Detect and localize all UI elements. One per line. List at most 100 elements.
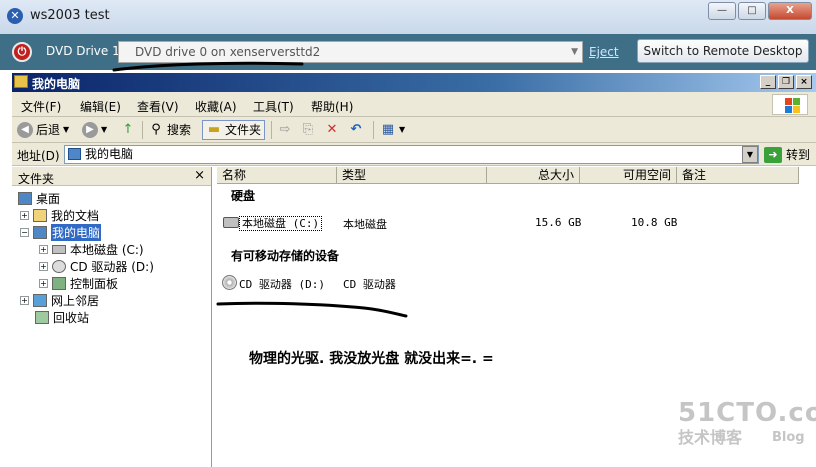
tree-item-local-disk-c[interactable]: + 本地磁盘 (C:) — [39, 241, 144, 257]
cd-drive-icon — [222, 275, 237, 290]
up-folder-icon: ↑ — [122, 122, 134, 137]
toolbar-separator — [142, 121, 143, 139]
views-button[interactable]: ▦ ▼ — [380, 121, 405, 139]
dvd-drive-selected-value: DVD drive 0 on xenserversttd2 — [135, 45, 321, 59]
dvd-drive-select[interactable]: DVD drive 0 on xenserversttd2 ▼ — [118, 41, 583, 63]
go-arrow-icon: ➜ — [764, 146, 782, 163]
views-dropdown-icon[interactable]: ▼ — [399, 121, 405, 139]
move-to-button[interactable]: ⇨ — [277, 121, 293, 139]
outer-title-bar: ✕ ws2003 test — □ X — [0, 0, 816, 34]
menu-favorites[interactable]: 收藏(A) — [195, 98, 237, 115]
tree-item-label: 回收站 — [53, 310, 90, 325]
expand-icon[interactable]: + — [20, 210, 29, 220]
tree-item-my-documents[interactable]: + 我的文档 — [20, 207, 99, 223]
tree-item-label: 我的文档 — [51, 208, 100, 223]
menu-help[interactable]: 帮助(H) — [311, 98, 353, 115]
toolbar-separator — [373, 121, 374, 139]
item-total-size: 15.6 GB — [535, 216, 582, 229]
file-list-row[interactable]: CD 驱动器 (D:) — [239, 276, 325, 292]
menu-view[interactable]: 查看(V) — [137, 98, 179, 115]
tree-item-label: 本地磁盘 (C:) — [70, 242, 144, 257]
tree-item-control-panel[interactable]: + 控制面板 — [39, 275, 118, 291]
tree-item-recycle-bin[interactable]: 回收站 — [35, 309, 89, 325]
undo-icon: ↶ — [350, 122, 362, 137]
explorer-title-bar: 我的电脑 _ ❐ × — [12, 73, 816, 92]
back-arrow-icon: ◀ — [17, 122, 33, 138]
menu-tools[interactable]: 工具(T) — [253, 98, 294, 115]
switch-to-remote-desktop-button[interactable]: Switch to Remote Desktop — [637, 39, 809, 63]
search-icon: ⚲ — [151, 122, 161, 137]
expand-icon[interactable]: + — [39, 261, 48, 271]
outer-window-title: ws2003 test — [30, 8, 110, 23]
windows-logo-icon — [772, 94, 808, 115]
explorer-restore-button[interactable]: ❐ — [778, 75, 794, 89]
maximize-button[interactable]: □ — [738, 2, 766, 20]
address-input[interactable]: 我的电脑 — [64, 145, 759, 164]
back-label: 后退 — [36, 123, 61, 137]
file-list-row[interactable]: 本地磁盘 (C:) — [239, 215, 323, 231]
local-disk-icon — [223, 217, 239, 228]
dropdown-arrow-icon[interactable]: ▼ — [571, 42, 578, 62]
expand-icon[interactable]: + — [39, 244, 48, 254]
tree-item-network-places[interactable]: + 网上邻居 — [20, 292, 99, 308]
search-label: 搜索 — [167, 123, 192, 137]
minimize-button[interactable]: — — [708, 2, 736, 20]
tree-item-label: 控制面板 — [70, 276, 119, 291]
forward-button[interactable]: ▶ ▼ — [82, 121, 107, 139]
search-button[interactable]: ⚲ 搜索 — [148, 121, 191, 139]
item-name: 本地磁盘 (C:) — [239, 216, 323, 231]
folders-button[interactable]: ▬ 文件夹 — [202, 120, 266, 140]
power-icon[interactable]: ⏻ — [12, 42, 32, 62]
tree-item-my-computer[interactable]: − 我的电脑 — [20, 223, 102, 241]
back-dropdown-icon[interactable]: ▼ — [63, 121, 69, 139]
menu-edit[interactable]: 编辑(E) — [80, 98, 121, 115]
folder-pane-close-icon[interactable]: × — [194, 168, 205, 183]
expand-icon[interactable]: + — [20, 295, 29, 305]
tree-item-cd-drive-d[interactable]: + CD 驱动器 (D:) — [39, 258, 154, 274]
folders-label: 文件夹 — [225, 123, 262, 137]
explorer-minimize-button[interactable]: _ — [760, 75, 776, 89]
copy-to-icon: ⎘ — [302, 122, 314, 137]
tree-item-label: 桌面 — [36, 191, 61, 206]
group-title-hard-disks: 硬盘 — [231, 189, 256, 203]
control-panel-icon — [52, 276, 66, 290]
item-type: 本地磁盘 — [343, 218, 387, 231]
column-header-total-size[interactable]: 总大小 — [487, 167, 580, 184]
forward-dropdown-icon[interactable]: ▼ — [101, 121, 107, 139]
back-button[interactable]: ◀ 后退 ▼ — [17, 121, 69, 139]
menu-bar: 文件(F) 编辑(E) 查看(V) 收藏(A) 工具(T) 帮助(H) — [12, 92, 816, 117]
column-header-free-space[interactable]: 可用空间 — [580, 167, 677, 184]
dvd-drive-label: DVD Drive 1: — [46, 44, 124, 58]
undo-button[interactable]: ↶ — [348, 121, 364, 139]
column-header-type[interactable]: 类型 — [337, 167, 487, 184]
explorer-close-button[interactable]: × — [796, 75, 812, 89]
outer-window-controls: — □ X — [708, 2, 812, 20]
expand-icon[interactable]: + — [39, 278, 48, 288]
tree-item-desktop[interactable]: 桌面 — [18, 190, 60, 206]
folder-tree-pane: 文件夹 × 桌面 + 我的文档 − 我的电脑 + 本地磁盘 (C:) + CD … — [12, 167, 212, 467]
dvd-drive-bar: ⏻ DVD Drive 1: DVD drive 0 on xenservers… — [0, 34, 816, 70]
column-header-comments[interactable]: 备注 — [677, 167, 799, 184]
toolbar-separator — [271, 121, 272, 139]
collapse-icon[interactable]: − — [20, 227, 29, 237]
tree-item-label: 我的电脑 — [51, 223, 102, 241]
network-places-icon — [33, 293, 47, 307]
my-documents-icon — [33, 208, 47, 222]
desktop-icon — [18, 191, 32, 205]
delete-icon: ✕ — [326, 122, 338, 137]
watermark-blog-en: Blog — [772, 430, 805, 445]
address-bar: 地址(D) 我的电脑 ▼ ➜ 转到 — [12, 143, 816, 166]
close-button[interactable]: X — [768, 2, 812, 20]
watermark: 51CTO.com 技术博客 Blog — [678, 398, 816, 448]
menu-file[interactable]: 文件(F) — [21, 98, 61, 115]
copy-to-button[interactable]: ⎘ — [300, 121, 316, 139]
folder-pane-header: 文件夹 × — [12, 167, 211, 186]
go-button[interactable]: ➜ 转到 — [764, 146, 810, 163]
eject-link[interactable]: Eject — [589, 45, 619, 59]
delete-button[interactable]: ✕ — [324, 121, 340, 139]
address-dropdown-icon[interactable]: ▼ — [742, 146, 758, 163]
recycle-bin-icon — [35, 310, 49, 324]
tree-item-label: 网上邻居 — [51, 293, 100, 308]
up-button[interactable]: ↑ — [120, 121, 136, 139]
column-header-name[interactable]: 名称 — [217, 167, 337, 184]
